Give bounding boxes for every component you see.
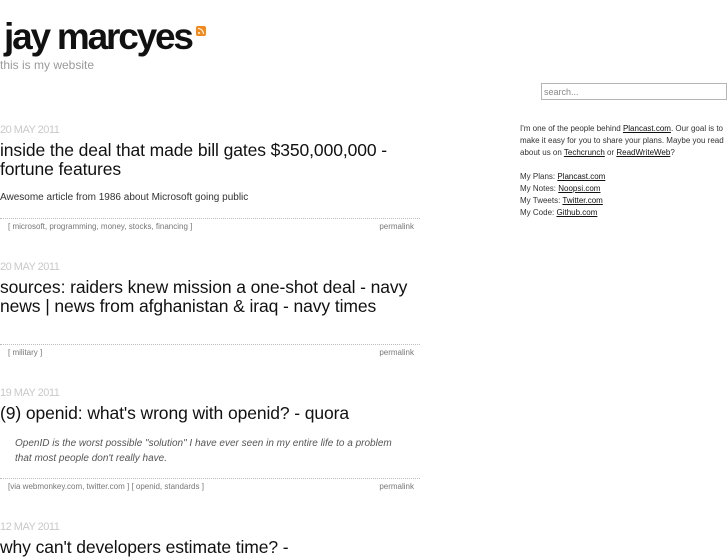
sidebar-link-label: My Plans: (520, 172, 558, 181)
post-title-link[interactable]: (9) openid: what's wrong with openid? - … (0, 404, 420, 423)
readwriteweb-link[interactable]: ReadWriteWeb (616, 148, 670, 157)
post-date: 19 MAY 2011 (0, 387, 60, 399)
notes-link[interactable]: Noopsi.com (558, 184, 600, 193)
sidebar-links: My Plans: Plancast.com My Notes: Noopsi.… (520, 171, 727, 219)
search-input[interactable] (541, 83, 727, 100)
sidebar-intro-text: or (604, 148, 617, 157)
plans-link[interactable]: Plancast.com (557, 172, 605, 181)
post-tags: [ microsoft, programming, money, stocks,… (8, 222, 192, 231)
post-quote: OpenID is the worst possible "solution" … (15, 438, 392, 464)
rss-feed-icon[interactable] (195, 26, 206, 36)
sidebar-link-notes: My Notes: Noopsi.com (520, 183, 727, 195)
sidebar: I'm one of the people behind Plancast.co… (520, 123, 727, 219)
post-date: 20 MAY 2011 (0, 261, 60, 273)
post-item: 20 MAY 2011 inside the deal that made bi… (0, 124, 420, 205)
post-tags: [ military ] (8, 348, 42, 357)
post-tags-link[interactable]: [ microsoft, programming, money, stocks,… (8, 222, 192, 231)
post-tags-link[interactable]: [ military ] (8, 348, 42, 357)
post-item: 12 MAY 2011 why can't developers estimat… (0, 521, 420, 557)
post-date: 12 MAY 2011 (0, 521, 60, 533)
permalink-link[interactable]: permalink (379, 482, 414, 491)
post-tags: [via webmonkey.com, twitter.com ] [ open… (8, 482, 204, 491)
post-date: 20 MAY 2011 (0, 124, 60, 136)
sidebar-link-label: My Code: (520, 208, 557, 217)
post-item: 20 MAY 2011 sources: raiders knew missio… (0, 261, 420, 316)
sidebar-link-tweets: My Tweets: Twitter.com (520, 195, 727, 207)
permalink-link[interactable]: permalink (379, 348, 414, 357)
post-body: Awesome article from 1986 about Microsof… (0, 192, 249, 203)
plancast-link[interactable]: Plancast.com (623, 124, 671, 133)
post-meta: [ military ] permalink (0, 344, 420, 359)
techcrunch-link[interactable]: Techcrunch (564, 148, 605, 157)
site-title-link[interactable]: jay marcyes (4, 16, 194, 57)
site-header: jay marcyes (0, 14, 206, 60)
sidebar-link-label: My Tweets: (520, 196, 563, 205)
tweets-link[interactable]: Twitter.com (562, 196, 602, 205)
post-meta: [ microsoft, programming, money, stocks,… (0, 218, 420, 233)
post-title-link[interactable]: why can't developers estimate time? - (0, 538, 420, 557)
sidebar-intro-text: ? (670, 148, 675, 157)
permalink-link[interactable]: permalink (379, 222, 414, 231)
sidebar-intro-text: I'm one of the people behind (520, 124, 623, 133)
site-tagline: this is my website (0, 58, 95, 72)
post-meta: [via webmonkey.com, twitter.com ] [ open… (0, 478, 420, 493)
post-item: 19 MAY 2011 (9) openid: what's wrong wit… (0, 387, 420, 466)
post-title-link[interactable]: inside the deal that made bill gates $35… (0, 141, 420, 179)
sidebar-link-plans: My Plans: Plancast.com (520, 171, 727, 183)
code-link[interactable]: Github.com (556, 208, 597, 217)
sidebar-link-label: My Notes: (520, 184, 559, 193)
sidebar-link-code: My Code: Github.com (520, 207, 727, 219)
post-title-link[interactable]: sources: raiders knew mission a one-shot… (0, 278, 420, 316)
post-tags-link[interactable]: [via webmonkey.com, twitter.com ] [ open… (8, 482, 204, 491)
sidebar-intro: I'm one of the people behind Plancast.co… (520, 123, 727, 159)
